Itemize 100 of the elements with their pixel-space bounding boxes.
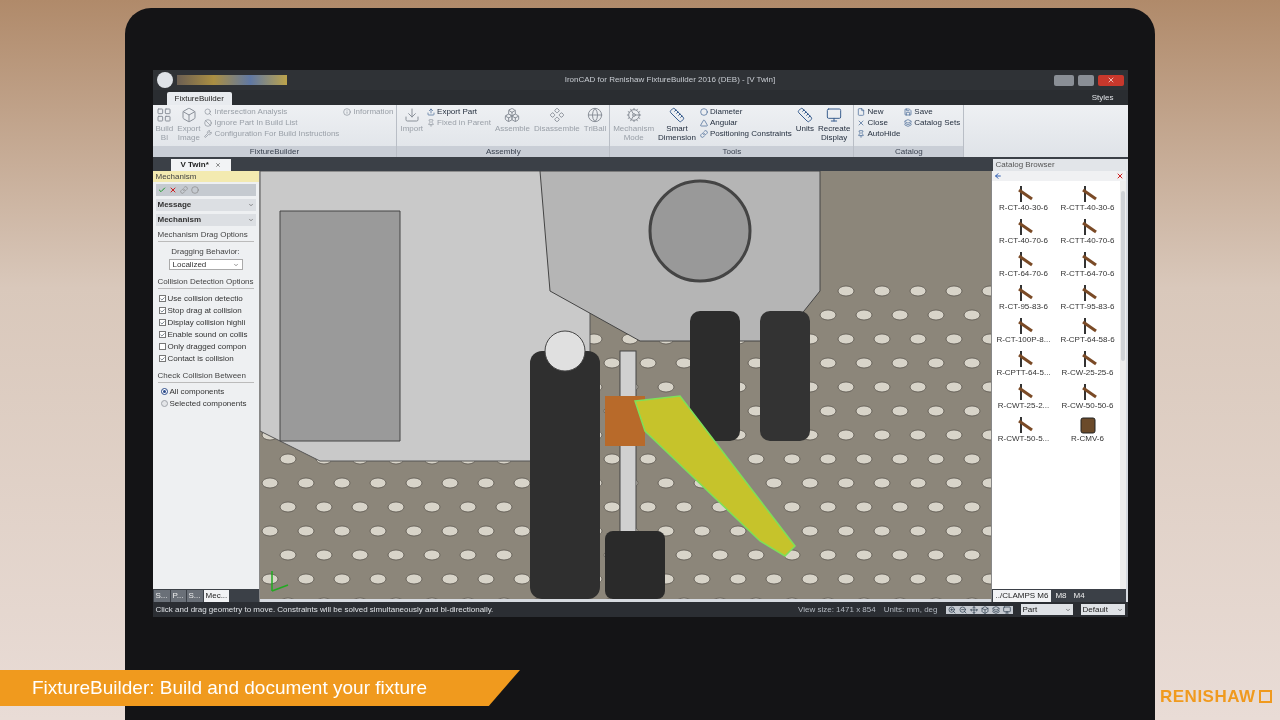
close-icon bbox=[1106, 76, 1115, 84]
catalog-tab[interactable]: ../CLAMPS M6 bbox=[992, 590, 1052, 602]
grid-icon bbox=[156, 107, 173, 123]
catalog-item-label[interactable]: R-CWT-25-2... bbox=[997, 401, 1050, 411]
close-icon[interactable] bbox=[1115, 172, 1124, 180]
checkbox[interactable] bbox=[158, 319, 166, 326]
catalog-item-label[interactable]: R-CTT-64-70-6 bbox=[1060, 269, 1115, 279]
view-size: View size: 1471 x 854 bbox=[798, 603, 876, 616]
pan-icon[interactable] bbox=[969, 605, 978, 614]
catalog-tab[interactable]: M4 bbox=[1070, 590, 1088, 602]
catalog-tab[interactable]: M8 bbox=[1052, 590, 1070, 602]
logo-text: RENISHAW bbox=[1160, 686, 1256, 708]
catalog-item-label[interactable]: R-CTT-40-30-6 bbox=[1060, 203, 1115, 213]
panel-tab[interactable]: Mec... bbox=[203, 590, 230, 602]
section-header[interactable]: Message bbox=[155, 199, 256, 211]
catalog-item-label[interactable]: R-CPT-64-58-6 bbox=[1060, 335, 1115, 345]
catalog-item-label[interactable]: R-CT-40-70-6 bbox=[999, 236, 1048, 246]
checkbox-label: Enable sound on collis bbox=[167, 330, 248, 339]
checkbox[interactable] bbox=[158, 331, 166, 338]
field-label: Dragging Behavior: bbox=[170, 246, 241, 258]
sphere-icon bbox=[587, 107, 603, 123]
search-icon bbox=[204, 108, 213, 116]
minimize-button[interactable] bbox=[1053, 74, 1074, 86]
component-icon bbox=[548, 107, 565, 123]
ribbon-button[interactable]: Positioning Constraints bbox=[699, 129, 792, 139]
catalog-item-label[interactable]: R-CT-40-30-6 bbox=[999, 203, 1048, 213]
group-heading: Collision Detection Options bbox=[157, 276, 254, 289]
panel-tab[interactable]: S... bbox=[186, 590, 203, 602]
ribbon-tab[interactable]: FixtureBuilder bbox=[166, 92, 232, 105]
catalog-item-label[interactable]: R-CTT-95-83-6 bbox=[1060, 302, 1115, 312]
check-icon[interactable] bbox=[157, 186, 166, 194]
cancel-icon[interactable] bbox=[168, 186, 177, 194]
panel-tab[interactable]: P... bbox=[170, 590, 186, 602]
radio-button[interactable] bbox=[160, 388, 168, 395]
layers-icon[interactable] bbox=[991, 605, 1000, 614]
document-tab[interactable]: V Twin* bbox=[170, 159, 231, 171]
styles-label[interactable]: Styles bbox=[1091, 92, 1114, 104]
zoom-out-icon[interactable] bbox=[958, 605, 967, 614]
ribbon-button[interactable]: AutoHide bbox=[857, 129, 901, 139]
panel-title: Catalog Browser bbox=[995, 159, 1055, 171]
checkbox[interactable] bbox=[158, 307, 166, 314]
catalog-item-label[interactable]: R-CTT-40-70-6 bbox=[1060, 236, 1115, 246]
chevron-icon bbox=[247, 217, 254, 223]
dropdown-icon bbox=[232, 261, 239, 268]
catalog-item-label[interactable]: R-CT-100P-8... bbox=[996, 335, 1051, 345]
ribbon-button[interactable]: Close bbox=[857, 118, 901, 128]
catalog-item-label[interactable]: R-CMV-6 bbox=[1071, 434, 1104, 444]
gear-icon bbox=[625, 107, 642, 123]
maximize-button[interactable] bbox=[1077, 74, 1094, 86]
ribbon-button[interactable]: Export Part bbox=[427, 107, 491, 117]
status-message: Click and drag geometry to move. Constraints will be solved simultaneously and bi-directionally. bbox=[155, 603, 494, 616]
monitor-icon[interactable] bbox=[1002, 605, 1011, 614]
boxes-icon bbox=[504, 107, 521, 123]
ribbon-button[interactable]: Diameter bbox=[699, 107, 792, 117]
scrollbar[interactable] bbox=[1119, 181, 1126, 589]
ban-icon bbox=[204, 119, 213, 127]
dropdown-icon bbox=[1064, 606, 1071, 613]
dragging-behavior-select[interactable]: Localized bbox=[168, 259, 243, 270]
catalog-item-label[interactable]: R-CW-25-25-6 bbox=[1061, 368, 1114, 378]
circle-icon bbox=[699, 108, 708, 116]
monitor-icon bbox=[826, 107, 843, 123]
default-select[interactable]: Default bbox=[1080, 604, 1125, 615]
ribbon-button[interactable]: Units bbox=[795, 107, 814, 146]
chevron-icon bbox=[247, 202, 254, 208]
catalog-item-label[interactable]: R-CW-50-50-6 bbox=[1061, 401, 1114, 411]
ruler-icon bbox=[669, 107, 685, 123]
ribbon-button[interactable]: Smart Dimension bbox=[658, 107, 696, 146]
radio-label: All components bbox=[169, 387, 225, 396]
group-heading: Mechanism Drag Options bbox=[157, 229, 254, 242]
checkbox[interactable] bbox=[158, 343, 166, 350]
zoom-in-icon[interactable] bbox=[947, 605, 956, 614]
cube-icon bbox=[180, 107, 197, 123]
ribbon-button[interactable]: New bbox=[857, 107, 901, 117]
part-select[interactable]: Part bbox=[1020, 604, 1073, 615]
ribbon-button[interactable]: Angular bbox=[699, 118, 792, 128]
triangle-icon bbox=[699, 119, 708, 127]
catalog-item-label[interactable]: R-CT-64-70-6 bbox=[999, 269, 1048, 279]
checkbox[interactable] bbox=[158, 295, 166, 302]
back-arrow-icon[interactable] bbox=[993, 172, 1002, 180]
catalog-item-label[interactable]: R-CT-95-83-6 bbox=[999, 302, 1048, 312]
close-icon bbox=[214, 162, 221, 168]
checkbox[interactable] bbox=[158, 355, 166, 362]
checkbox-label: Display collision highli bbox=[167, 318, 246, 327]
ribbon-button[interactable]: Recreate Display bbox=[817, 107, 851, 146]
ribbon-button[interactable]: Save bbox=[904, 107, 961, 117]
section-header[interactable]: Mechanism bbox=[155, 214, 256, 226]
checkbox-label: Use collision detectio bbox=[167, 294, 243, 303]
ribbon-button[interactable]: Catalog Sets bbox=[904, 118, 961, 128]
cube-icon[interactable] bbox=[980, 605, 989, 614]
wrench-icon bbox=[204, 130, 213, 138]
panel-tab[interactable]: S... bbox=[153, 590, 170, 602]
close-button[interactable] bbox=[1097, 74, 1124, 86]
group-label: Tools bbox=[610, 146, 854, 157]
block-icon bbox=[1077, 416, 1098, 434]
import-icon bbox=[403, 107, 420, 123]
document-icon bbox=[857, 108, 866, 116]
catalog-item-label[interactable]: R-CPTT-64-5... bbox=[996, 368, 1051, 378]
catalog-item-label[interactable]: R-CWT-50-5... bbox=[997, 434, 1050, 444]
logo-icon bbox=[1258, 690, 1272, 704]
radio-button[interactable] bbox=[160, 400, 168, 407]
